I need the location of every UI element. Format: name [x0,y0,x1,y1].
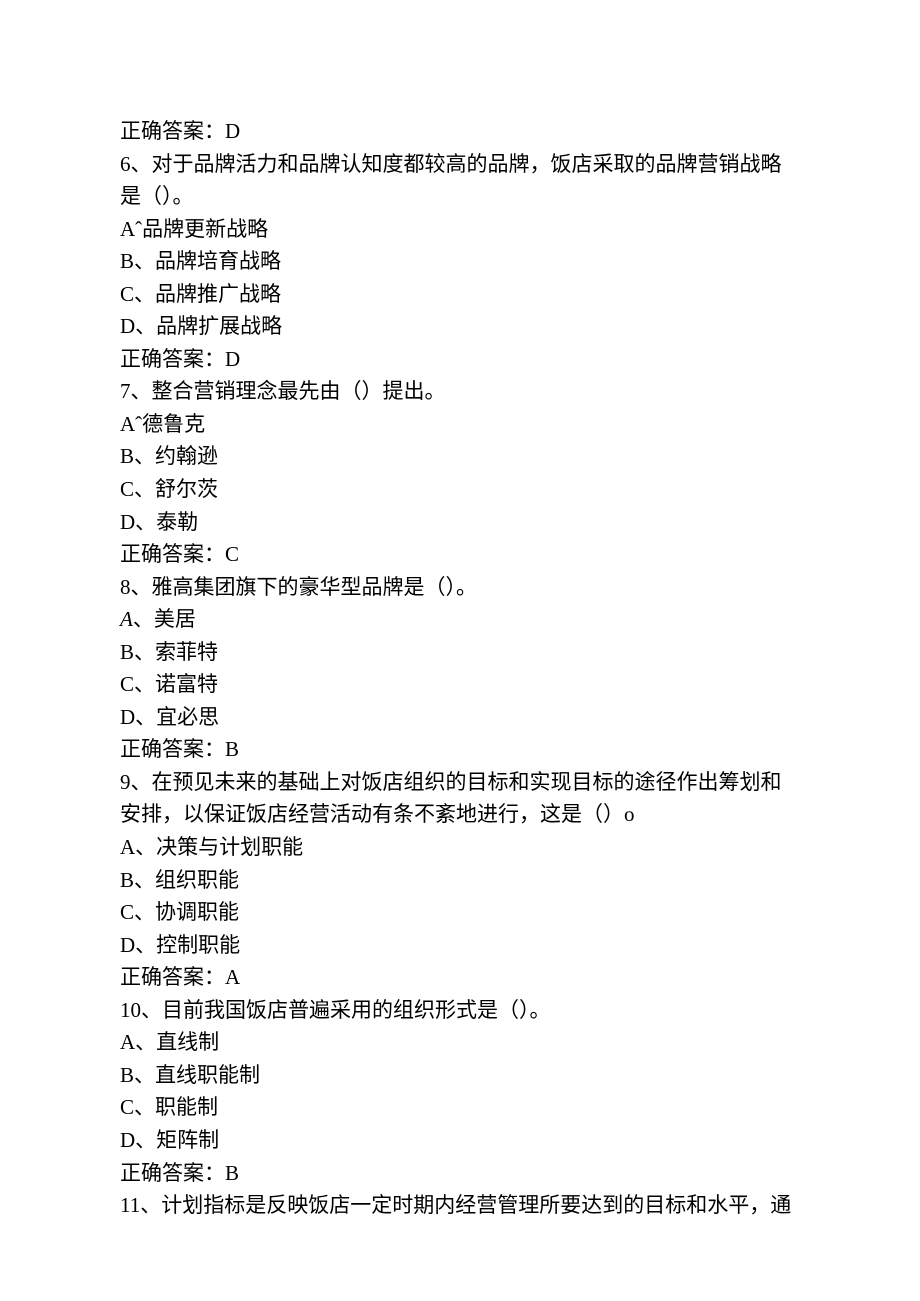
question-8-option-a: A、美居 [120,603,800,636]
question-6-option-c: C、品牌推广战略 [120,278,800,311]
question-9-option-a: A、决策与计划职能 [120,831,800,864]
question-10-option-d: D、矩阵制 [120,1124,800,1157]
question-10-stem: 10、目前我国饭店普遍采用的组织形式是（）。 [120,994,800,1027]
question-9-option-c: C、协调职能 [120,896,800,929]
question-7-option-a: Aˆ德鲁克 [120,408,800,441]
document-page: 正确答案：D 6、对于品牌活力和品牌认知度都较高的品牌，饭店采取的品牌营销战略是… [0,0,920,1282]
answer-line-7: 正确答案：C [120,538,800,571]
question-7-stem: 7、整合营销理念最先由（）提出。 [120,375,800,408]
question-6-stem: 6、对于品牌活力和品牌认知度都较高的品牌，饭店采取的品牌营销战略是（）。 [120,148,800,213]
question-9-stem: 9、在预见未来的基础上对饭店组织的目标和实现目标的途径作出筹划和安排，以保证饭店… [120,766,800,831]
answer-line-5: 正确答案：D [120,115,800,148]
question-6-option-a: Aˆ品牌更新战略 [120,213,800,246]
question-10-option-b: B、直线职能制 [120,1059,800,1092]
question-9-option-d: D、控制职能 [120,929,800,962]
italic-a-letter: A [120,607,133,631]
question-8-stem: 8、雅高集团旗下的豪华型品牌是（）。 [120,571,800,604]
question-7-option-d: D、泰勒 [120,506,800,539]
question-6-option-b: B、品牌培育战略 [120,245,800,278]
answer-line-8: 正确答案：B [120,733,800,766]
question-9-option-b: B、组织职能 [120,864,800,897]
question-8-option-d: D、宜必思 [120,701,800,734]
option-a-text: 、美居 [133,607,196,631]
question-8-option-c: C、诺富特 [120,668,800,701]
question-7-option-c: C、舒尔茨 [120,473,800,506]
answer-line-10: 正确答案：B [120,1157,800,1190]
question-6-option-d: D、品牌扩展战略 [120,310,800,343]
answer-line-6: 正确答案：D [120,343,800,376]
question-10-option-a: A、直线制 [120,1026,800,1059]
answer-line-9: 正确答案：A [120,961,800,994]
question-7-option-b: B、约翰逊 [120,440,800,473]
question-11-stem-partial: 11、计划指标是反映饭店一定时期内经营管理所要达到的目标和水平，通 [120,1189,800,1222]
question-10-option-c: C、职能制 [120,1091,800,1124]
question-8-option-b: B、索菲特 [120,636,800,669]
